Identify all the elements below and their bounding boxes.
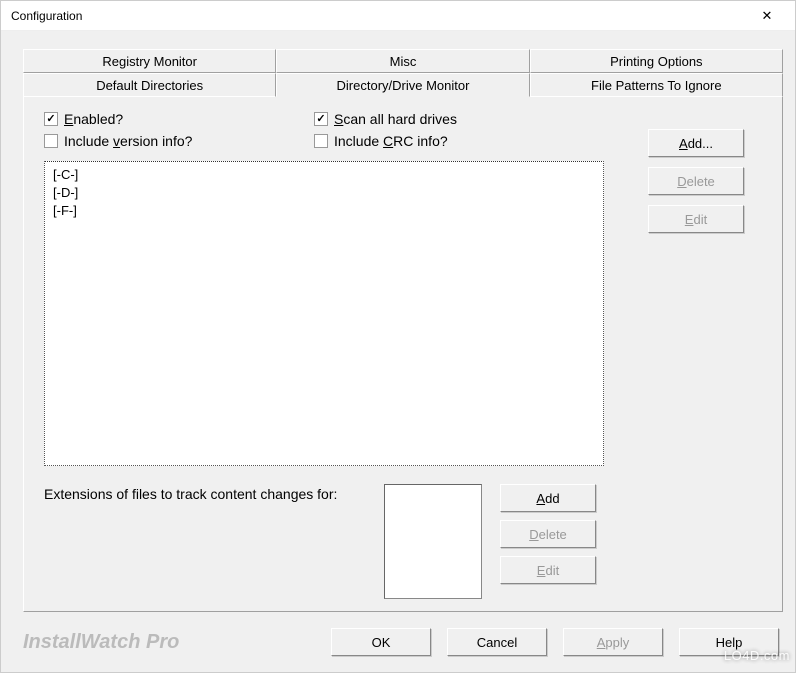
watermark: LO4D.com <box>724 648 790 663</box>
tab-strip: Registry Monitor Misc Printing Options D… <box>23 49 783 612</box>
footer-buttons: OK Cancel Apply Help <box>331 628 779 656</box>
extensions-buttons: Add Delete Edit <box>500 484 596 584</box>
add-drive-button[interactable]: Add... <box>648 129 744 157</box>
list-item[interactable]: [-D-] <box>53 184 595 202</box>
tab-printing-options[interactable]: Printing Options <box>530 49 783 73</box>
titlebar: Configuration ✕ <box>1 1 795 31</box>
checkbox-icon <box>314 112 328 126</box>
tab-row-1: Registry Monitor Misc Printing Options <box>23 49 783 73</box>
tab-registry-monitor[interactable]: Registry Monitor <box>23 49 276 73</box>
tab-directory-drive-monitor[interactable]: Directory/Drive Monitor <box>276 73 529 97</box>
edit-drive-button[interactable]: Edit <box>648 205 744 233</box>
extensions-section: Extensions of files to track content cha… <box>44 484 764 599</box>
enabled-checkbox[interactable]: Enabled? <box>44 111 274 127</box>
tab-page: Enabled? Scan all hard drives <box>23 97 783 612</box>
window-title: Configuration <box>11 9 82 23</box>
include-crc-info-checkbox[interactable]: Include CRC info? <box>314 133 524 149</box>
list-item[interactable]: [-C-] <box>53 166 595 184</box>
app-name-label: InstallWatch Pro <box>23 631 331 654</box>
apply-button[interactable]: Apply <box>563 628 663 656</box>
content-area: Registry Monitor Misc Printing Options D… <box>1 31 795 672</box>
tab-row-2: Default Directories Directory/Drive Moni… <box>23 73 783 97</box>
cancel-button[interactable]: Cancel <box>447 628 547 656</box>
close-button[interactable]: ✕ <box>747 4 787 28</box>
edit-extension-button[interactable]: Edit <box>500 556 596 584</box>
delete-extension-button[interactable]: Delete <box>500 520 596 548</box>
include-version-info-checkbox[interactable]: Include version info? <box>44 133 274 149</box>
close-icon: ✕ <box>762 8 773 24</box>
tab-default-directories[interactable]: Default Directories <box>23 73 276 97</box>
checkbox-icon <box>44 134 58 148</box>
drive-section: [-C-] [-D-] [-F-] Add... Delete Edit <box>44 155 764 466</box>
drive-buttons: Add... Delete Edit <box>648 129 744 233</box>
delete-drive-button[interactable]: Delete <box>648 167 744 195</box>
drive-listbox[interactable]: [-C-] [-D-] [-F-] <box>44 161 604 466</box>
checkbox-icon <box>314 134 328 148</box>
extensions-listbox[interactable] <box>384 484 482 599</box>
footer: InstallWatch Pro OK Cancel Apply Help <box>23 628 779 656</box>
extensions-label: Extensions of files to track content cha… <box>44 484 374 502</box>
add-extension-button[interactable]: Add <box>500 484 596 512</box>
scan-all-drives-checkbox[interactable]: Scan all hard drives <box>314 111 524 127</box>
checkbox-icon <box>44 112 58 126</box>
list-item[interactable]: [-F-] <box>53 202 595 220</box>
configuration-window: Configuration ✕ Registry Monitor Misc Pr… <box>0 0 796 673</box>
check-row-1: Enabled? Scan all hard drives <box>44 111 764 127</box>
tab-file-patterns-to-ignore[interactable]: File Patterns To Ignore <box>530 73 783 97</box>
ok-button[interactable]: OK <box>331 628 431 656</box>
tab-misc[interactable]: Misc <box>276 49 529 73</box>
